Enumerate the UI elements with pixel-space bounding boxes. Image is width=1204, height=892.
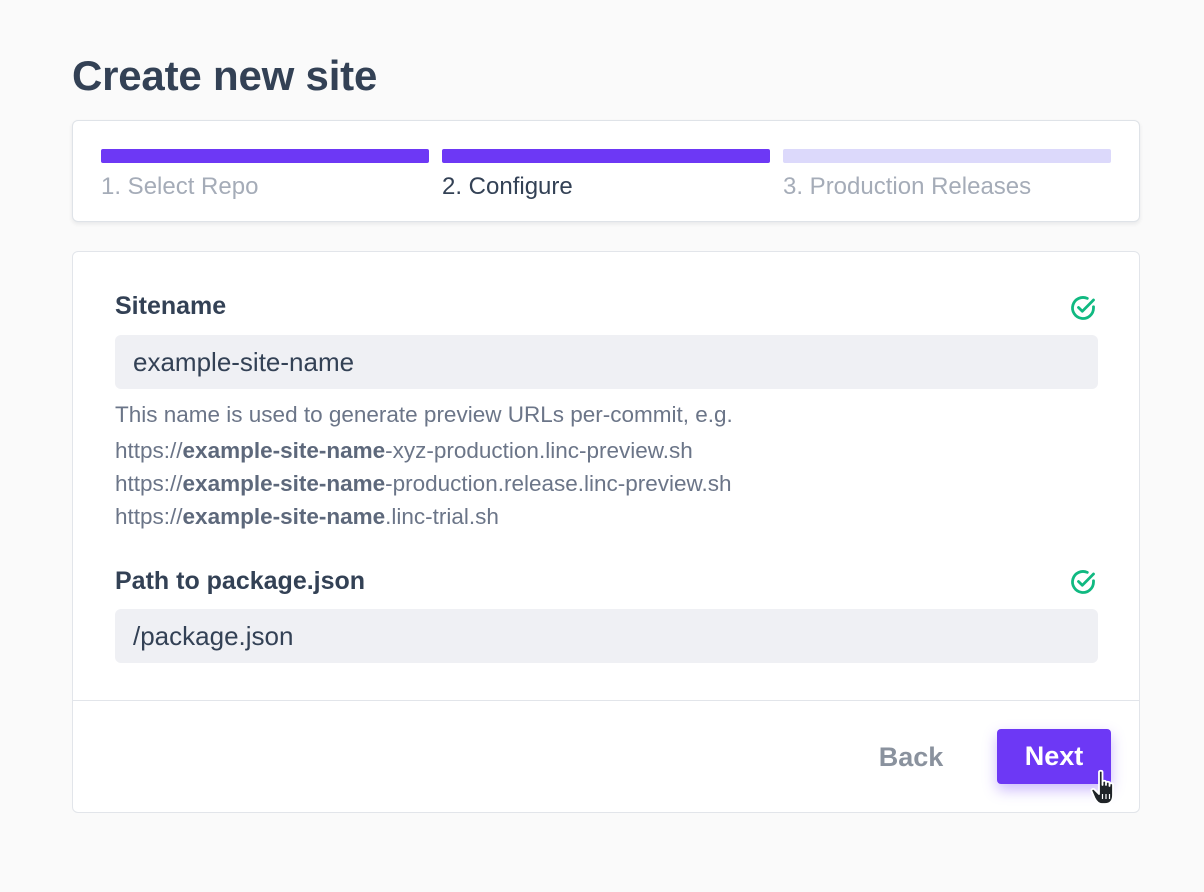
check-circle-icon <box>1071 296 1095 320</box>
step-progress-bar <box>442 149 770 163</box>
step-select-repo[interactable]: 1. Select Repo <box>101 149 429 201</box>
sitename-help-text: This name is used to generate preview UR… <box>115 402 733 427</box>
step-label: 2. Configure <box>442 173 573 200</box>
sitename-label: Sitename <box>115 292 227 320</box>
step-progress-bar <box>101 149 429 163</box>
package-path-label: Path to package.json <box>115 567 366 595</box>
check-circle-icon <box>1071 570 1095 594</box>
preview-url-example: https://example-site-name-production.rel… <box>115 471 732 496</box>
back-button[interactable]: Back <box>853 730 969 784</box>
sitename-input[interactable] <box>115 335 1098 389</box>
step-label: 3. Production Releases <box>783 173 1032 200</box>
configure-form-card: Sitename This name is used to generate p… <box>72 251 1140 813</box>
hand-pointer-cursor-icon <box>1090 769 1114 805</box>
page-title: Create new site <box>72 52 378 99</box>
footer-divider <box>73 700 1139 701</box>
package-path-input[interactable] <box>115 609 1098 663</box>
step-progress-bar <box>783 149 1111 163</box>
preview-url-example: https://example-site-name-xyz-production… <box>115 438 693 463</box>
preview-url-example: https://example-site-name.linc-trial.sh <box>115 504 499 529</box>
progress-stepper: 1. Select Repo 2. Configure 3. Productio… <box>72 120 1140 222</box>
step-production-releases: 3. Production Releases <box>783 149 1111 201</box>
step-configure[interactable]: 2. Configure <box>442 149 770 201</box>
step-label: 1. Select Repo <box>101 173 259 200</box>
